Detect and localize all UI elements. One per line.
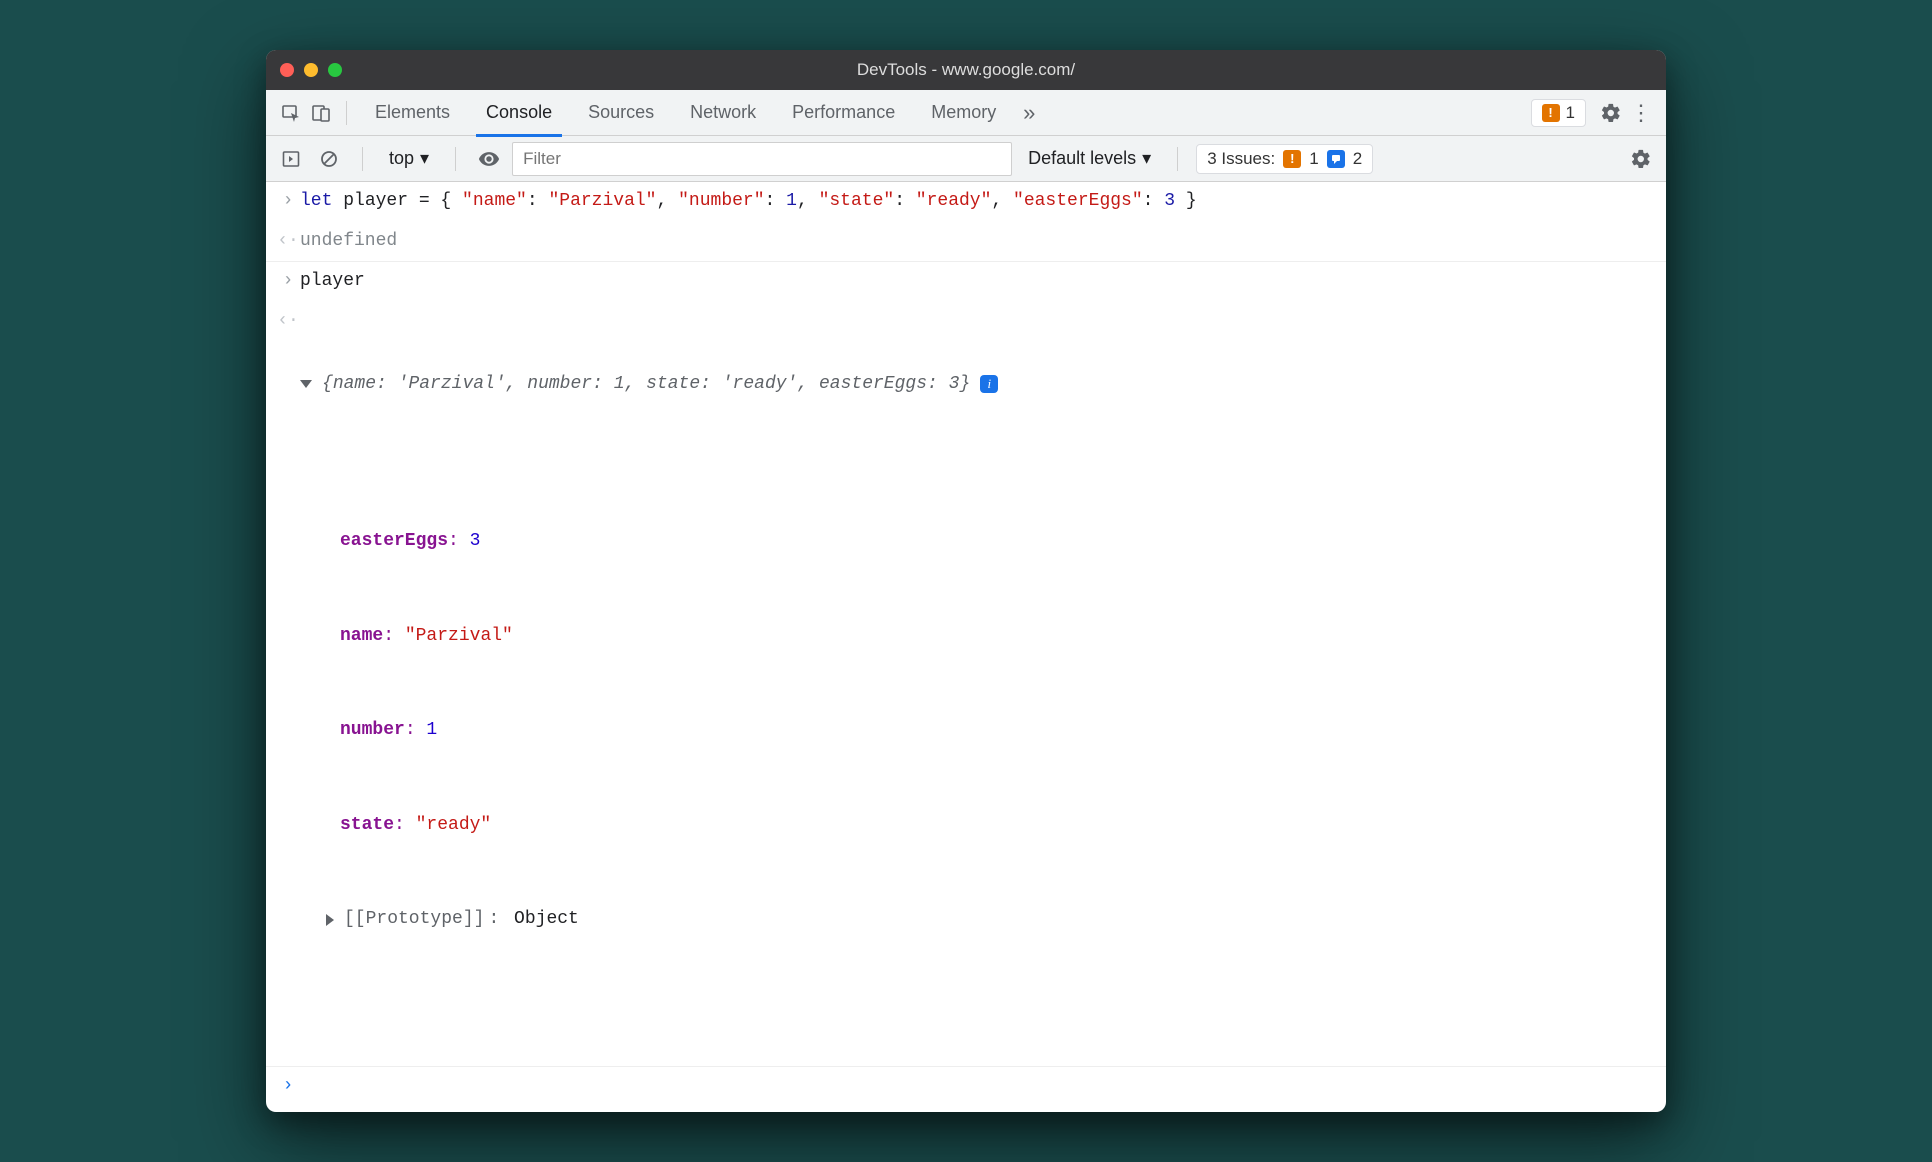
more-tabs-icon[interactable]: » [1014,98,1044,128]
separator [455,147,456,171]
console-input-text: player [300,266,1654,298]
devtools-tabs: Elements Console Sources Network Perform… [266,90,1666,136]
console-toolbar: top ▾ Default levels ▾ 3 Issues: ! 1 2 [266,136,1666,182]
warnings-badge[interactable]: ! 1 [1531,99,1586,127]
console-input-row[interactable]: › player [266,262,1666,302]
console-result-row: ‹· undefined [266,222,1666,263]
close-window-icon[interactable] [280,63,294,77]
tab-elements[interactable]: Elements [357,90,468,136]
prompt-icon: › [276,186,300,218]
filter-input[interactable] [512,142,1012,176]
console-result-text: undefined [300,226,1654,258]
object-summary[interactable]: {name: 'Parzival', number: 1, state: 're… [300,369,1654,401]
toggle-sidebar-icon[interactable] [276,144,306,174]
object-prototype[interactable]: [[Prototype]]: Object [326,904,1654,936]
settings-icon[interactable] [1596,98,1626,128]
tab-label: Memory [931,102,996,123]
object-property[interactable]: easterEggs: 3 [340,526,1654,558]
triangle-down-icon[interactable] [300,380,312,388]
warning-count: 1 [1566,103,1575,123]
triangle-right-icon[interactable] [326,914,334,926]
tab-label: Performance [792,102,895,123]
devtools-window: DevTools - www.google.com/ Elements Cons… [266,50,1666,1112]
separator [1177,147,1178,171]
context-selector[interactable]: top ▾ [381,148,437,169]
separator [362,147,363,171]
console-input-row[interactable]: › let player = { "name": "Parzival", "nu… [266,182,1666,222]
kebab-menu-icon[interactable]: ⋮ [1626,98,1656,128]
console-result-row: ‹· {name: 'Parzival', number: 1, state: … [266,302,1666,1067]
console-settings-icon[interactable] [1626,144,1656,174]
chevron-down-icon: ▾ [1142,148,1151,169]
inspect-element-icon[interactable] [276,98,306,128]
tab-memory[interactable]: Memory [913,90,1014,136]
object-info-icon[interactable]: i [980,375,998,393]
tab-sources[interactable]: Sources [570,90,672,136]
device-toolbar-icon[interactable] [306,98,336,128]
titlebar: DevTools - www.google.com/ [266,50,1666,90]
levels-label: Default levels [1028,148,1136,169]
zoom-window-icon[interactable] [328,63,342,77]
result-icon: ‹· [276,226,300,258]
prompt-icon: › [276,1071,300,1103]
live-expression-icon[interactable] [474,144,504,174]
object-properties: easterEggs: 3 name: "Parzival" number: 1… [300,463,1654,999]
tab-label: Network [690,102,756,123]
tab-label: Elements [375,102,450,123]
issues-label: 3 Issues: [1207,149,1275,169]
clear-console-icon[interactable] [314,144,344,174]
object-property[interactable]: state: "ready" [340,810,1654,842]
tab-performance[interactable]: Performance [774,90,913,136]
object-property[interactable]: number: 1 [340,715,1654,747]
issues-badge[interactable]: 3 Issues: ! 1 2 [1196,144,1373,174]
console-prompt[interactable]: › [266,1067,1666,1107]
traffic-lights [280,63,342,77]
log-levels-selector[interactable]: Default levels ▾ [1020,148,1159,169]
tab-label: Console [486,102,552,123]
tab-label: Sources [588,102,654,123]
minimize-window-icon[interactable] [304,63,318,77]
window-title: DevTools - www.google.com/ [266,60,1666,80]
info-icon [1327,150,1345,168]
chevron-down-icon: ▾ [420,148,429,169]
prompt-icon: › [276,266,300,298]
context-label: top [389,148,414,169]
issues-warn-count: 1 [1309,149,1318,169]
result-icon: ‹· [276,306,300,338]
tab-console[interactable]: Console [468,90,570,136]
separator [346,101,347,125]
warning-icon: ! [1542,104,1560,122]
warning-icon: ! [1283,150,1301,168]
object-property[interactable]: name: "Parzival" [340,621,1654,653]
console-output: › let player = { "name": "Parzival", "nu… [266,182,1666,1112]
object-expansion: {name: 'Parzival', number: 1, state: 're… [300,306,1654,1062]
issues-info-count: 2 [1353,149,1362,169]
console-input-text: let player = { "name": "Parzival", "numb… [300,186,1654,218]
tab-network[interactable]: Network [672,90,774,136]
